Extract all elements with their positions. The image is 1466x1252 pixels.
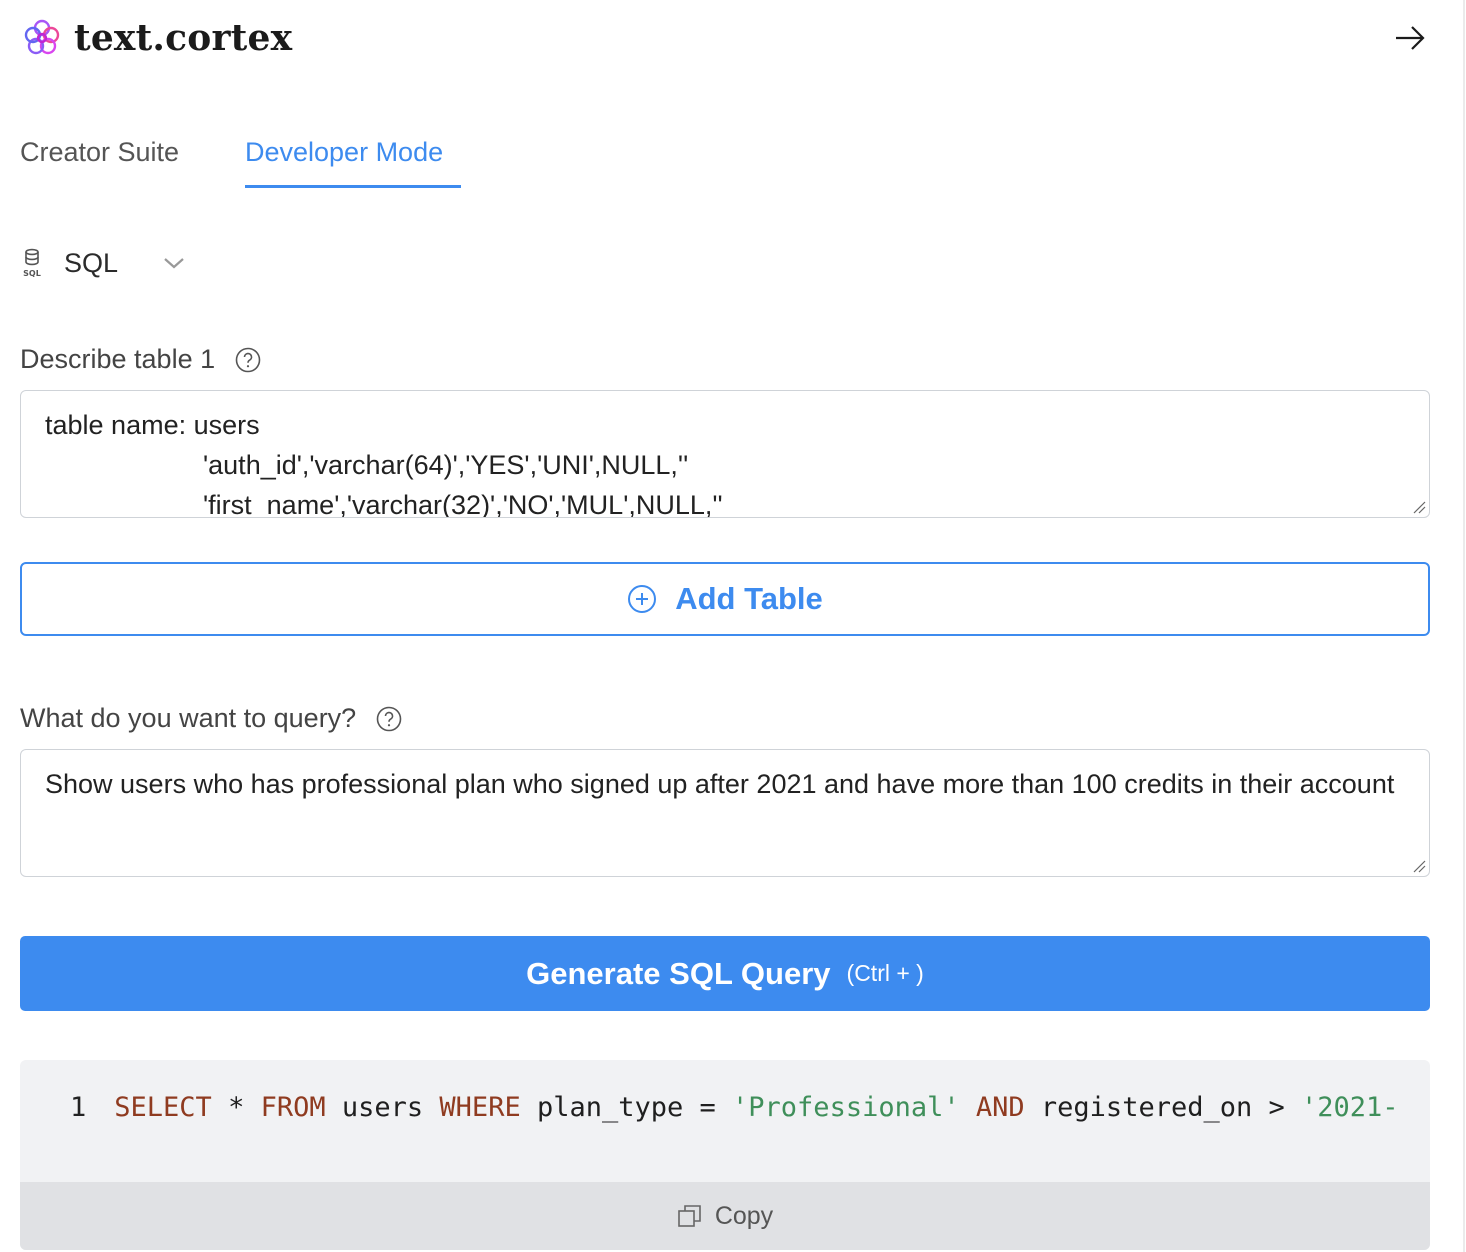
keyword-token: FROM [260,1092,326,1123]
query-label-text: What do you want to query? [20,703,357,733]
help-icon[interactable] [235,347,261,373]
query-text: Show users who has professional plan who… [45,769,1395,799]
query-textarea[interactable]: Show users who has professional plan who… [20,749,1430,877]
generate-label: Generate SQL Query [526,955,831,991]
language-value: SQL [64,247,119,278]
add-table-label: Add Table [675,581,823,616]
table-description-label: Describe table 1 [20,344,261,375]
arrow-right-icon[interactable] [1390,18,1430,58]
resize-handle-icon[interactable] [1412,859,1426,873]
mode-tabs: Creator Suite Developer Mode [20,130,620,190]
sql-database-icon: SQL [23,248,41,278]
resize-handle-icon[interactable] [1412,500,1426,514]
plus-circle-icon [628,585,657,613]
sql-output-panel: 1 SELECT * FROM users WHERE plan_type = '… [20,1060,1430,1250]
active-tab-indicator [245,185,461,188]
code-token: * [211,1092,261,1123]
string-token: '2021- [1301,1092,1399,1123]
chevron-down-icon[interactable] [162,253,186,273]
copy-icon [678,1205,701,1227]
keyword-token: WHERE [439,1092,521,1123]
tab-developer-mode[interactable]: Developer Mode [245,130,443,190]
tab-creator-suite[interactable]: Creator Suite [20,130,179,190]
table-line: 'auth_id','varchar(64)','YES','UNI',NULL… [203,450,689,480]
brand-name: text.cortex [74,17,293,59]
table-line: table name: users [45,410,260,440]
language-selector[interactable]: SQL SQL [20,242,186,284]
table-line: 'first_name','varchar(32)','NO','MUL',NU… [203,490,723,518]
table-description-label-text: Describe table 1 [20,344,216,374]
add-table-button[interactable]: Add Table [20,562,1430,636]
panel-border [1463,0,1465,1252]
keyboard-shortcut: (Ctrl + ) [846,960,924,986]
logo: text.cortex [20,16,292,60]
generate-sql-button[interactable]: Generate SQL Query (Ctrl + ) [20,936,1430,1011]
code-token: registered_on > [1024,1092,1301,1123]
help-icon[interactable] [376,706,402,732]
header: text.cortex [20,14,1430,64]
svg-text:SQL: SQL [23,269,41,278]
copy-button[interactable]: Copy [20,1182,1430,1250]
query-label: What do you want to query? [20,703,402,734]
table-description-textarea[interactable]: table name: users 'auth_id','varchar(64)… [20,390,1430,518]
keyword-token: SELECT [114,1092,212,1123]
code-token: users [325,1092,440,1123]
code-line[interactable]: 1 SELECT * FROM users WHERE plan_type = '… [70,1092,1399,1123]
string-token: 'Professional' [732,1092,960,1123]
copy-label: Copy [714,1201,774,1230]
code-token: plan_type = [520,1092,733,1123]
logo-flower-icon [24,19,60,55]
line-number: 1 [70,1092,87,1123]
keyword-token: AND [975,1092,1025,1123]
